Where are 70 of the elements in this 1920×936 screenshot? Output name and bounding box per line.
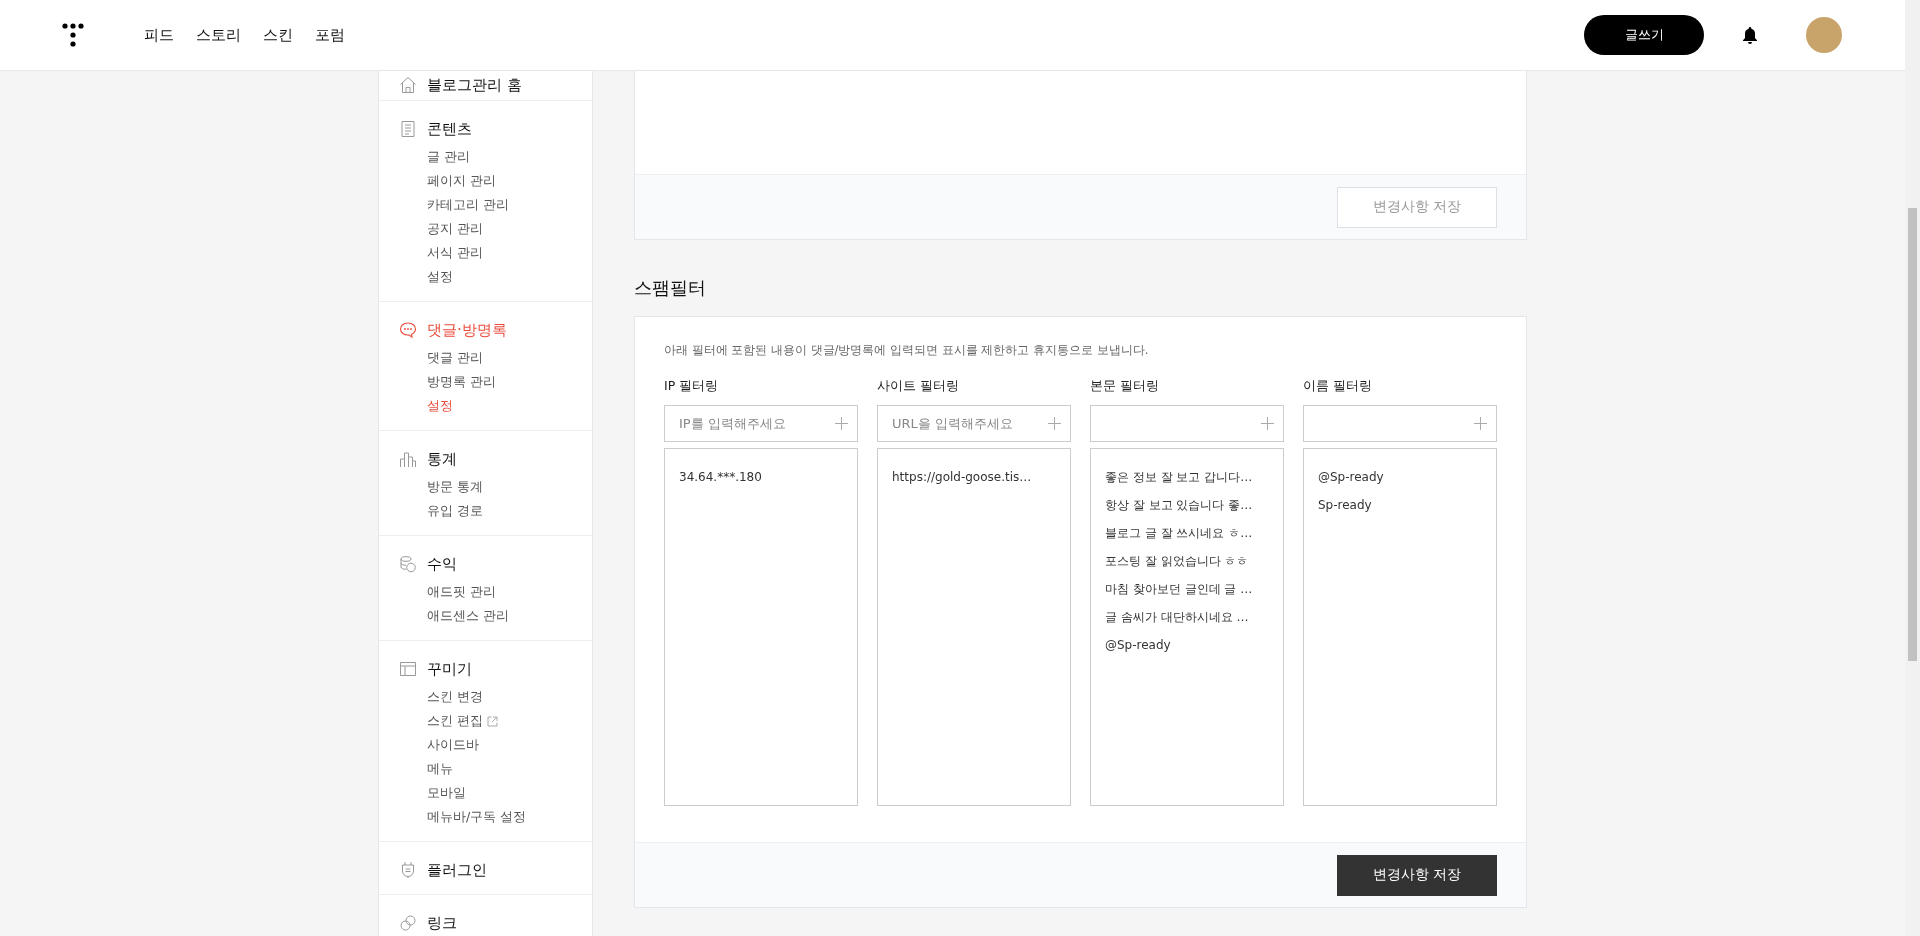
nav-link[interactable]: 스토리: [196, 25, 241, 45]
filter-entry[interactable]: Sp-ready: [1318, 491, 1482, 519]
link-icon: [399, 914, 417, 932]
sidebar-item[interactable]: 공지 관리: [427, 220, 483, 238]
filter-entry[interactable]: 마침 찾아보던 글인데 글 …: [1105, 575, 1269, 603]
filter-entry[interactable]: 좋은 정보 잘 보고 갑니다…: [1105, 463, 1269, 491]
bar-chart-icon: [399, 450, 417, 468]
sidebar-item[interactable]: 댓글 관리: [427, 349, 483, 367]
avatar[interactable]: [1806, 17, 1842, 53]
filter-entry[interactable]: @Sp-ready: [1105, 631, 1269, 659]
section-title: 스팸필터: [634, 276, 707, 300]
sidebar-item[interactable]: 페이지 관리: [427, 172, 496, 190]
sidebar-section-link[interactable]: 댓글·방명록: [427, 320, 507, 340]
sidebar-section-link[interactable]: 플러그인: [427, 860, 487, 880]
notification-bell-icon[interactable]: [1742, 26, 1758, 44]
sidebar-item[interactable]: 스킨 변경: [427, 688, 483, 706]
sidebar-item[interactable]: 유입 경로: [427, 502, 483, 520]
layout-icon: [399, 660, 417, 678]
sidebar-item[interactable]: 서식 관리: [427, 244, 483, 262]
add-icon[interactable]: [1048, 417, 1061, 430]
filter-label: 사이트 필터링: [877, 378, 960, 395]
sidebar-section-link[interactable]: 통계: [427, 449, 457, 469]
plug-icon: [399, 861, 417, 879]
nav-link[interactable]: 피드: [144, 25, 174, 45]
coins-icon: [399, 555, 417, 573]
write-button[interactable]: 글쓰기: [1584, 15, 1704, 55]
filter-input-field[interactable]: URL을 입력해주세요: [877, 405, 1071, 442]
sidebar-item[interactable]: 설정: [427, 397, 453, 415]
filter-input-field[interactable]: [1303, 405, 1497, 442]
document-icon: [399, 120, 417, 138]
sidebar-item[interactable]: 모바일: [427, 784, 466, 802]
filter-input-field[interactable]: [1090, 405, 1284, 442]
sidebar-section-link[interactable]: 블로그관리 홈: [427, 75, 522, 95]
filter-entry[interactable]: 포스팅 잘 읽었습니다 ㅎㅎ: [1105, 547, 1269, 575]
add-icon[interactable]: [835, 417, 848, 430]
filter-entry[interactable]: @Sp-ready: [1318, 463, 1482, 491]
sidebar-item[interactable]: 애드핏 관리: [427, 583, 496, 601]
speech-bubble-icon: [399, 321, 417, 339]
add-icon[interactable]: [1474, 417, 1487, 430]
sidebar-section-link[interactable]: 콘텐츠: [427, 119, 472, 139]
filter-label: IP 필터링: [664, 378, 720, 395]
sidebar-item[interactable]: 방문 통계: [427, 478, 483, 496]
sidebar-item[interactable]: 카테고리 관리: [427, 196, 509, 214]
filter-entry[interactable]: https://gold-goose.tis…: [892, 463, 1056, 491]
nav-link[interactable]: 포럼: [315, 25, 345, 45]
filter-entry[interactable]: 34.64.***.180: [679, 463, 843, 491]
filter-entry[interactable]: 글 솜씨가 대단하시네요 …: [1105, 603, 1269, 631]
sidebar-item[interactable]: 애드센스 관리: [427, 607, 509, 625]
sidebar-item[interactable]: 메뉴: [427, 760, 453, 778]
description-text: 아래 필터에 포함된 내용이 댓글/방명록에 입력되면 표시를 제한하고 휴지통으로 보냅니다.: [664, 343, 1150, 358]
sidebar-item[interactable]: 사이드바: [427, 736, 479, 754]
sidebar-item[interactable]: 글 관리: [427, 148, 470, 166]
filter-input-field[interactable]: IP를 입력해주세요: [664, 405, 858, 442]
save-changes-button[interactable]: 변경사항 저장: [1337, 854, 1497, 896]
scrollbar[interactable]: [1905, 0, 1920, 936]
sidebar-item[interactable]: 설정: [427, 268, 453, 286]
logo-icon[interactable]: [62, 23, 84, 47]
sidebar-item[interactable]: 방명록 관리: [427, 373, 496, 391]
sidebar-section-link[interactable]: 링크: [427, 913, 457, 933]
sidebar-item[interactable]: 메뉴바/구독 설정: [427, 808, 527, 826]
sidebar-section-link[interactable]: 꾸미기: [427, 659, 472, 679]
sidebar-item[interactable]: 스킨 편집: [427, 712, 483, 730]
filter-entry[interactable]: 항상 잘 보고 있습니다 좋…: [1105, 491, 1269, 519]
house-icon: [399, 76, 417, 94]
sidebar-section-link[interactable]: 수익: [427, 554, 457, 574]
nav-link[interactable]: 스킨: [263, 25, 293, 45]
filter-label: 본문 필터링: [1090, 378, 1160, 395]
filter-entry[interactable]: 블로그 글 잘 쓰시네요 ㅎ…: [1105, 519, 1269, 547]
filter-label: 이름 필터링: [1303, 378, 1373, 395]
add-icon[interactable]: [1261, 417, 1274, 430]
